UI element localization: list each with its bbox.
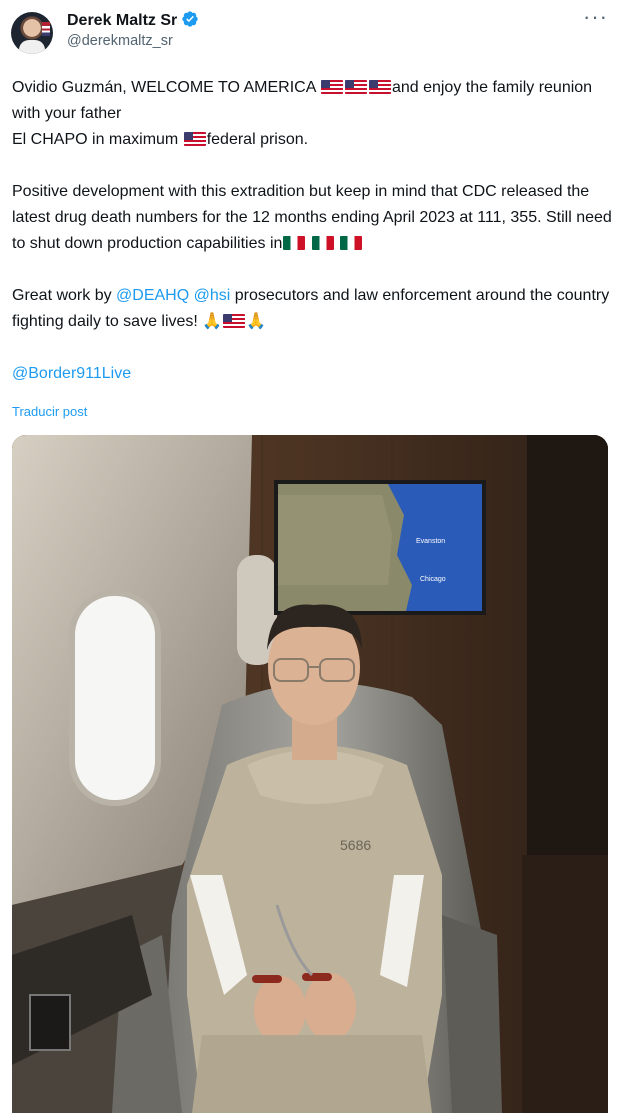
tweet-text-line2b: federal prison. <box>206 131 309 148</box>
tweet-paragraph-3: Great work by @DEAHQ @hsi prosecutors an… <box>12 283 612 335</box>
mexico-flag-icon <box>340 236 363 250</box>
tweet-text-line2a: El CHAPO in maximum <box>12 131 183 148</box>
praying-hands-icon: 🙏 <box>202 313 223 330</box>
us-flag-icon <box>183 132 206 146</box>
tweet-paragraph-2: Positive development with this extraditi… <box>12 179 612 257</box>
map-label-evanston: Evanston <box>416 538 445 545</box>
more-options-icon[interactable]: ··· <box>583 4 608 30</box>
jumpsuit-number: 5686 <box>340 837 371 853</box>
tweet-photo[interactable]: Evanston Chicago 5686 <box>12 435 608 1113</box>
us-flag-icon <box>368 80 391 94</box>
mention-deahq-link[interactable]: @DEAHQ <box>116 287 189 304</box>
photo-illustration: Evanston Chicago 5686 <box>12 435 608 1113</box>
tweet-paragraph-1: Ovidio Guzmán, WELCOME TO AMERICA and en… <box>12 75 612 153</box>
profile-avatar[interactable] <box>11 12 53 54</box>
tweet-text-line1a: Ovidio Guzmán, WELCOME TO AMERICA <box>12 79 320 96</box>
mention-hsi-link[interactable]: @hsi <box>194 287 231 304</box>
translate-post-link[interactable]: Traducir post <box>12 404 87 419</box>
us-flag-icon <box>344 80 367 94</box>
mexico-flag-icon <box>283 236 306 250</box>
mexico-flag-icon <box>311 236 334 250</box>
mention-border911live-link[interactable]: @Border911Live <box>12 365 131 382</box>
us-flag-icon <box>223 314 246 328</box>
tweet-text-para3a: Great work by <box>12 287 117 304</box>
tweet-paragraph-4: @Border911Live <box>12 361 612 387</box>
author-name-text[interactable]: Derek Maltz Sr <box>67 12 177 29</box>
map-label-chicago: Chicago <box>420 576 446 583</box>
praying-hands-icon: 🙏 <box>246 313 267 330</box>
tweet-text: Ovidio Guzmán, WELCOME TO AMERICA and en… <box>12 75 612 387</box>
author-name[interactable]: Derek Maltz Sr <box>67 10 199 30</box>
author-handle[interactable]: @derekmaltz_sr <box>67 33 173 49</box>
us-flag-icon <box>320 80 343 94</box>
verified-badge-icon <box>182 11 198 27</box>
